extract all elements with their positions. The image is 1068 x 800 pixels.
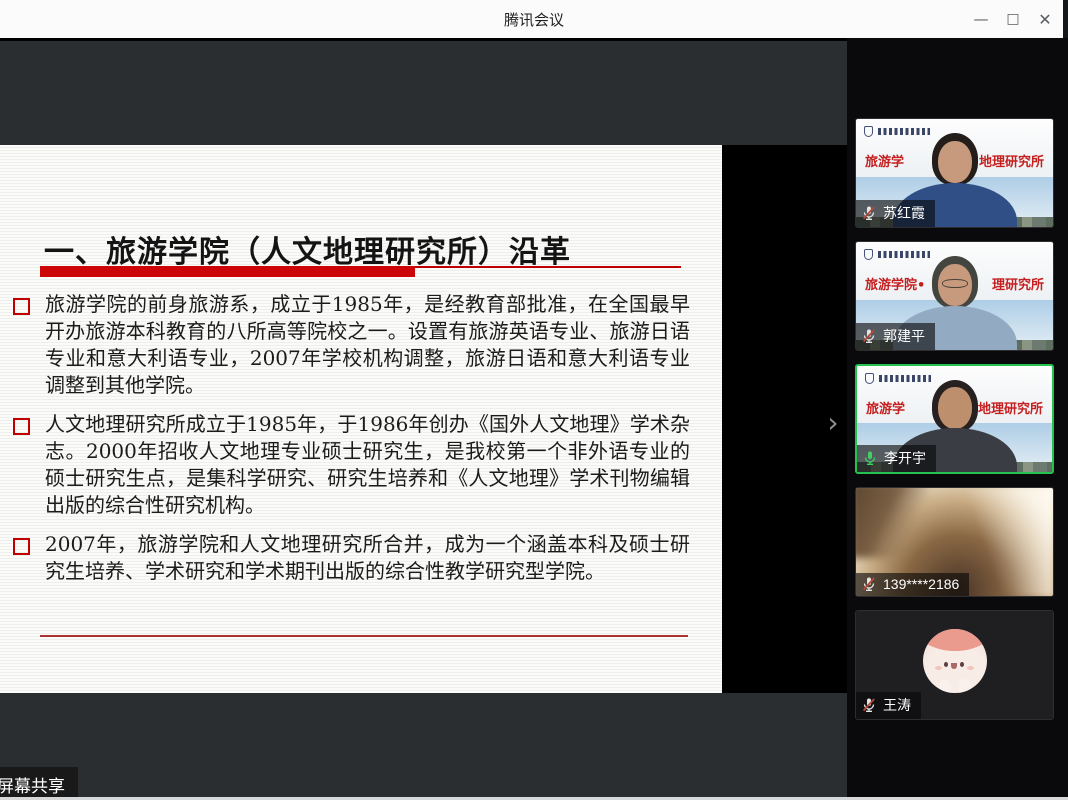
participant-tile[interactable]: 王涛 <box>855 610 1054 720</box>
participant-name: 李开宇 <box>884 448 926 468</box>
minimize-icon[interactable]: — <box>968 4 994 34</box>
screen-share-badge: 屏幕共享 <box>0 767 78 797</box>
participant-name: 139****2186 <box>883 576 959 592</box>
slide-bullet: 旅游学院的前身旅游系，成立于1985年，是经教育部批准，在全国最早开办旅游本科教… <box>13 291 690 399</box>
slide-bullet-list: 旅游学院的前身旅游系，成立于1985年，是经教育部批准，在全国最早开办旅游本科教… <box>13 291 690 597</box>
mic-muted-icon <box>861 205 877 221</box>
participant-tile[interactable]: 旅游学 地理研究所 李开宇 <box>855 364 1054 474</box>
bullet-text: 人文地理研究所成立于1985年，于1986年创办《国外人文地理》学术杂志。200… <box>45 411 690 519</box>
slide-bottom-rule <box>40 635 688 637</box>
participant-name-tag: 郭建平 <box>856 323 935 350</box>
mic-active-icon <box>862 450 878 466</box>
bullet-square-icon <box>13 298 30 315</box>
participant-tile[interactable]: 139****2186 <box>855 487 1054 597</box>
slide-title: 一、旅游学院（人文地理研究所）沿革 <box>44 227 704 271</box>
title-underline <box>40 266 681 278</box>
participant-tile[interactable]: 旅游学院• 理研究所 郭建平 <box>855 241 1054 351</box>
maximize-icon[interactable]: □ <box>1000 4 1026 34</box>
slide-bullet: 2007年，旅游学院和人文地理研究所合并，成为一个涵盖本科及硕士研究生培养、学术… <box>13 531 690 585</box>
participant-name-tag: 李开宇 <box>857 445 936 472</box>
shared-screen-top-band <box>0 41 847 145</box>
mic-muted-icon <box>861 328 877 344</box>
participant-name: 王涛 <box>883 695 911 715</box>
bullet-text: 2007年，旅游学院和人文地理研究所合并，成为一个涵盖本科及硕士研究生培养、学术… <box>45 531 690 585</box>
participant-name: 郭建平 <box>883 326 925 346</box>
mic-muted-icon <box>861 576 877 592</box>
bullet-square-icon <box>13 538 30 555</box>
participant-name-tag: 王涛 <box>856 692 921 719</box>
close-icon[interactable]: ✕ <box>1032 4 1058 34</box>
titlebar: 腾讯会议 — □ ✕ <box>0 0 1068 38</box>
participant-tile[interactable]: 旅游学 地理研究所 苏红霞 <box>855 118 1054 228</box>
presentation-slide: 一、旅游学院（人文地理研究所）沿革 旅游学院的前身旅游系，成立于1985年，是经… <box>0 145 722 693</box>
screen-share-view: 一、旅游学院（人文地理研究所）沿革 旅游学院的前身旅游系，成立于1985年，是经… <box>0 38 847 797</box>
window-right-edge <box>1063 0 1068 38</box>
participant-name: 苏红霞 <box>883 203 925 223</box>
participant-sidebar: 旅游学 地理研究所 苏红霞 <box>847 38 1068 797</box>
window-title: 腾讯会议 <box>504 9 564 30</box>
avatar <box>923 629 987 693</box>
participant-name-tag: 139****2186 <box>856 573 969 596</box>
participant-name-tag: 苏红霞 <box>856 200 935 227</box>
bullet-text: 旅游学院的前身旅游系，成立于1985年，是经教育部批准，在全国最早开办旅游本科教… <box>45 291 690 399</box>
bullet-square-icon <box>13 418 30 435</box>
glasses <box>942 279 968 288</box>
slide-bullet: 人文地理研究所成立于1985年，于1986年创办《国外人文地理》学术杂志。200… <box>13 411 690 519</box>
chevron-right-icon[interactable]: › <box>820 408 846 440</box>
shared-screen-bottom-band <box>0 693 847 797</box>
window-controls: — □ ✕ <box>968 0 1058 38</box>
mic-muted-icon <box>861 697 877 713</box>
